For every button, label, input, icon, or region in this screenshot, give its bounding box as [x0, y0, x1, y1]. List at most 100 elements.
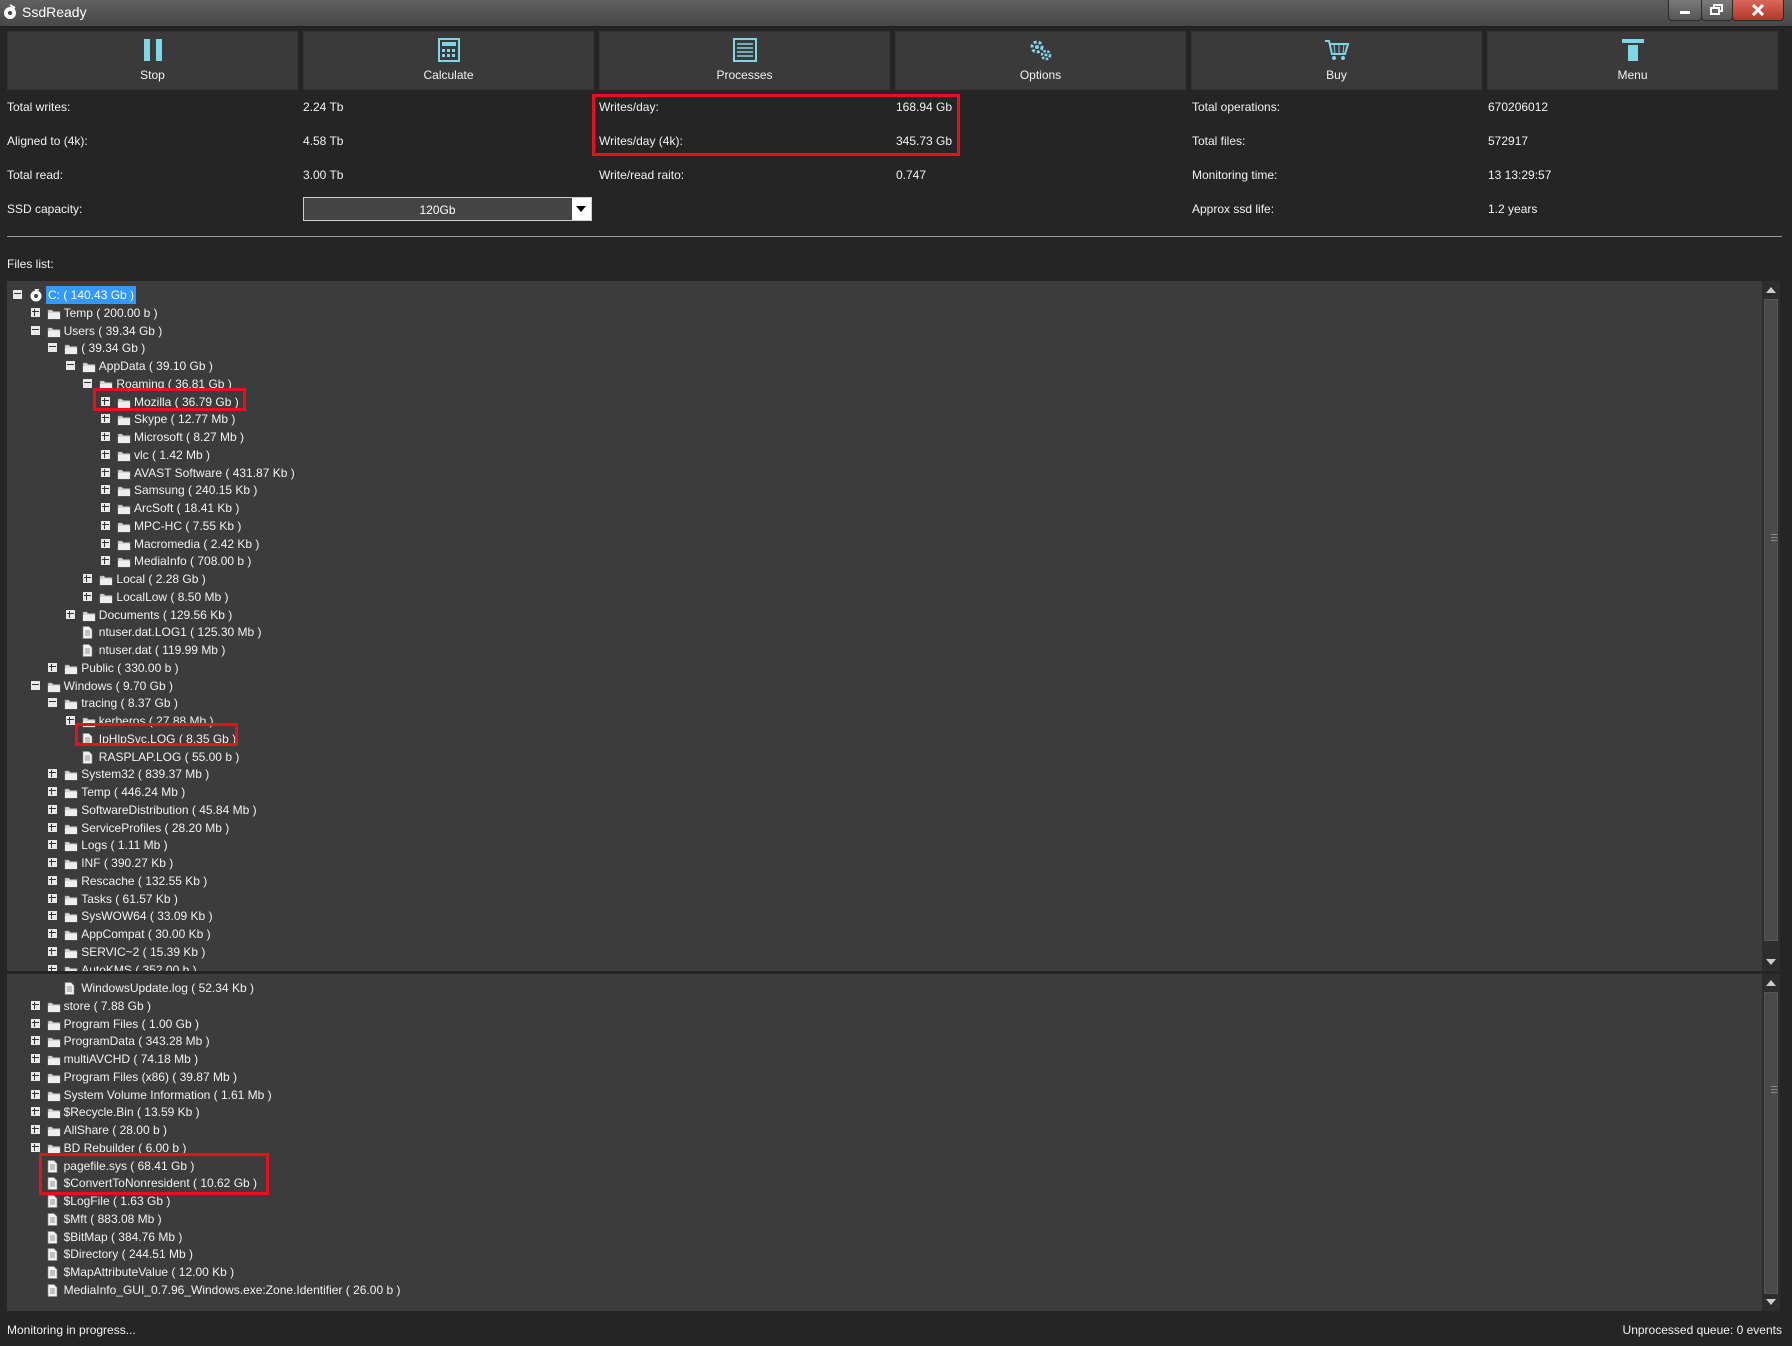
expand-icon[interactable] [30, 1054, 40, 1063]
scroll-up-icon[interactable] [1766, 980, 1776, 986]
expand-icon[interactable] [48, 662, 58, 672]
expand-icon[interactable] [101, 467, 110, 477]
expand-icon[interactable] [48, 769, 58, 779]
folder-icon [117, 413, 131, 431]
folder-icon [117, 502, 131, 520]
expand-icon[interactable] [30, 1036, 40, 1046]
expand-icon[interactable] [30, 307, 40, 317]
collapse-icon[interactable] [48, 343, 58, 353]
collapse-icon[interactable] [65, 361, 75, 370]
expand-icon[interactable] [101, 538, 110, 548]
tree-item-label: $BitMap ( 384.76 Mb ) [63, 1229, 183, 1244]
collapse-icon[interactable] [83, 378, 93, 388]
buy-button-label: Buy [1326, 68, 1347, 82]
scroll-thumb[interactable] [1764, 299, 1778, 941]
folder-icon [64, 964, 78, 971]
expand-icon[interactable] [30, 1142, 40, 1152]
scrollbar-bottom[interactable] [1762, 974, 1780, 1311]
expand-icon[interactable] [48, 840, 58, 850]
expand-icon[interactable] [30, 1125, 40, 1134]
chevron-down-icon [576, 206, 586, 212]
title-bar[interactable]: SsdReady [0, 0, 1792, 27]
processes-button-label: Processes [716, 68, 773, 82]
folder-icon [64, 697, 78, 715]
window-title: SsdReady [22, 4, 87, 20]
tree-item-label: MediaInfo ( 708.00 b ) [134, 554, 252, 569]
folder-icon [117, 520, 131, 538]
options-button-label: Options [1019, 68, 1062, 82]
scroll-thumb[interactable] [1764, 992, 1778, 1294]
folder-icon [47, 1018, 61, 1036]
tree-item-label: LocalLow ( 8.50 Mb ) [116, 589, 229, 604]
minimize-icon [1680, 11, 1690, 14]
tree-item-label: Microsoft ( 8.27 Mb ) [134, 430, 245, 444]
tree-item-label: multiAVCHD ( 74.18 Mb ) [63, 1052, 199, 1066]
expand-icon[interactable] [101, 520, 110, 530]
expand-icon[interactable] [101, 449, 110, 459]
collapse-icon[interactable] [13, 290, 22, 299]
calculate-button[interactable]: Calculate [303, 31, 594, 90]
expand-icon[interactable] [101, 414, 110, 424]
expand-icon[interactable] [48, 858, 58, 867]
expand-icon[interactable] [30, 1000, 40, 1010]
files-tree-top[interactable]: C: ( 140.43 Gb ) Temp ( 200.00 b ) Users (… [7, 281, 1780, 971]
expand-icon[interactable] [48, 946, 58, 956]
expand-icon[interactable] [48, 822, 58, 832]
folder-icon [64, 786, 78, 804]
expand-icon[interactable] [30, 1071, 40, 1081]
buy-button[interactable]: Buy [1191, 31, 1482, 90]
folder-icon [47, 325, 61, 343]
scroll-up-icon[interactable] [1766, 287, 1776, 293]
tree-item-label: Windows ( 9.70 Gb ) [63, 678, 173, 693]
expand-icon[interactable] [65, 716, 75, 725]
options-button[interactable]: Options [895, 31, 1186, 90]
folder-icon [47, 1124, 61, 1142]
tree-item-label: SoftwareDistribution ( 45.84 Mb ) [81, 802, 257, 817]
expand-icon[interactable] [48, 964, 58, 971]
scroll-down-icon[interactable] [1766, 1299, 1776, 1305]
scroll-down-icon[interactable] [1766, 959, 1776, 965]
tree-item-label: ServiceProfiles ( 28.20 Mb ) [81, 820, 230, 835]
stop-button[interactable]: Stop [7, 31, 298, 90]
collapse-icon[interactable] [30, 325, 40, 335]
tree-item-label: vlc ( 1.42 Mb ) [134, 447, 211, 462]
calculate-button-label: Calculate [423, 68, 474, 82]
expand-icon[interactable] [30, 1089, 40, 1099]
files-tree-bottom[interactable]: WindowsUpdate.log ( 52.34 Kb ) store ( 7.… [7, 974, 1780, 1311]
ssd-capacity-select[interactable]: 120Gb [303, 197, 592, 221]
expand-icon[interactable] [101, 556, 110, 566]
dropdown-arrow[interactable] [572, 198, 591, 220]
ssd-capacity-label: SSD capacity: [7, 202, 83, 216]
expand-icon[interactable] [48, 893, 58, 903]
expand-icon[interactable] [83, 591, 93, 601]
expand-icon[interactable] [48, 875, 58, 885]
expand-icon[interactable] [48, 929, 58, 938]
tree-item-label: Program Files (x86) ( 39.87 Mb ) [63, 1069, 237, 1084]
collapse-icon[interactable] [48, 698, 58, 708]
files-list-label: Files list: [7, 257, 54, 271]
expand-icon[interactable] [83, 574, 93, 583]
processes-button[interactable]: Processes [599, 31, 890, 90]
maximize-button[interactable] [1701, 0, 1733, 21]
expand-icon[interactable] [48, 804, 58, 814]
expand-icon[interactable] [30, 1107, 40, 1117]
tree-item-label: SysWOW64 ( 33.09 Kb ) [81, 909, 213, 924]
expand-icon[interactable] [101, 432, 110, 441]
close-button[interactable] [1732, 0, 1784, 21]
tree-item-label: Logs ( 1.11 Mb ) [81, 838, 168, 853]
expand-icon[interactable] [30, 1018, 40, 1028]
file-icon [47, 1212, 58, 1231]
expand-icon[interactable] [101, 503, 110, 512]
tree-item-label: AppCompat ( 30.00 Kb ) [81, 927, 211, 941]
expand-icon[interactable] [48, 911, 58, 921]
write-read-ratio-label: Write/read raito: [599, 168, 685, 182]
minimize-button[interactable] [1668, 0, 1702, 21]
expand-icon[interactable] [48, 787, 58, 796]
expand-icon[interactable] [101, 485, 110, 495]
total-files-label: Total files: [1192, 134, 1246, 148]
tree-item-label: Temp ( 446.24 Mb ) [81, 785, 186, 799]
menu-button[interactable]: Menu [1487, 31, 1778, 90]
collapse-icon[interactable] [30, 680, 40, 690]
scrollbar-top[interactable] [1762, 281, 1780, 971]
expand-icon[interactable] [65, 609, 75, 619]
